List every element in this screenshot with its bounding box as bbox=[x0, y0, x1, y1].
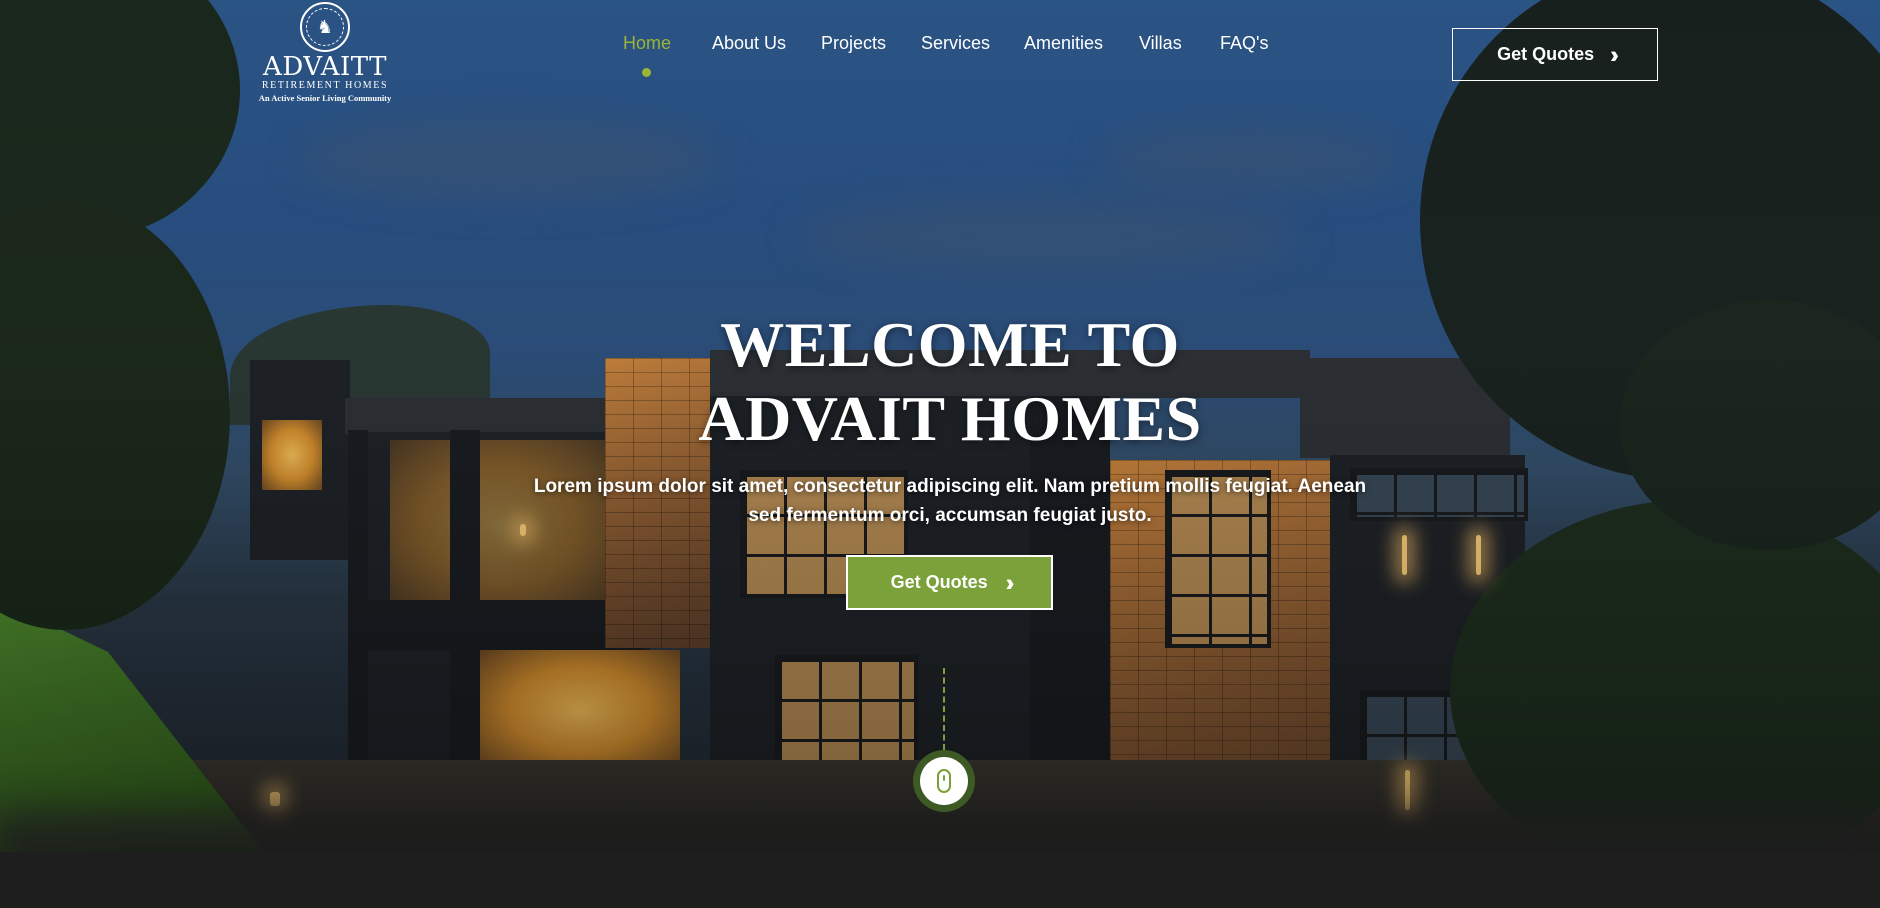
hero-get-quotes-label: Get Quotes bbox=[890, 572, 988, 592]
footer-band bbox=[0, 852, 1880, 908]
hero-title: WELCOME TO ADVAIT HOMES bbox=[590, 308, 1310, 456]
brand-tagline: An Active Senior Living Community bbox=[258, 93, 392, 103]
nav-item-home[interactable]: Home bbox=[623, 33, 671, 54]
hero-title-line-1: WELCOME TO bbox=[720, 309, 1180, 380]
hero-title-line-2: ADVAIT HOMES bbox=[698, 383, 1202, 454]
nav-item-services[interactable]: Services bbox=[921, 33, 990, 54]
nav-item-about-us[interactable]: About Us bbox=[712, 33, 786, 54]
header-get-quotes-label: Get Quotes bbox=[1497, 44, 1595, 64]
nav-item-amenities[interactable]: Amenities bbox=[1024, 33, 1103, 54]
scroll-down-button[interactable] bbox=[913, 750, 975, 812]
hero-description-line-2: sed fermentum orci, accumsan feugiat jus… bbox=[748, 505, 1152, 526]
scroll-dashed-line bbox=[943, 668, 945, 750]
double-chevron-right-icon: ›› bbox=[1610, 40, 1618, 68]
hero-description-line-1: Lorem ipsum dolor sit amet, consectetur … bbox=[533, 476, 1367, 497]
nav-item-projects[interactable]: Projects bbox=[821, 33, 886, 54]
nav-item-villas[interactable]: Villas bbox=[1139, 33, 1182, 54]
header-get-quotes-button[interactable]: Get Quotes ›› bbox=[1452, 28, 1658, 81]
scroll-button-inner bbox=[920, 757, 968, 805]
active-nav-indicator bbox=[642, 68, 651, 77]
double-chevron-right-icon: ›› bbox=[1005, 568, 1014, 596]
nav-item-faqs[interactable]: FAQ's bbox=[1220, 33, 1268, 54]
mouse-scroll-icon bbox=[937, 769, 951, 793]
hero-description: Lorem ipsum dolor sit amet, consectetur … bbox=[520, 472, 1380, 530]
hero-get-quotes-button[interactable]: Get Quotes ›› bbox=[846, 555, 1053, 610]
brand-subtitle: RETIREMENT HOMES bbox=[261, 80, 389, 91]
